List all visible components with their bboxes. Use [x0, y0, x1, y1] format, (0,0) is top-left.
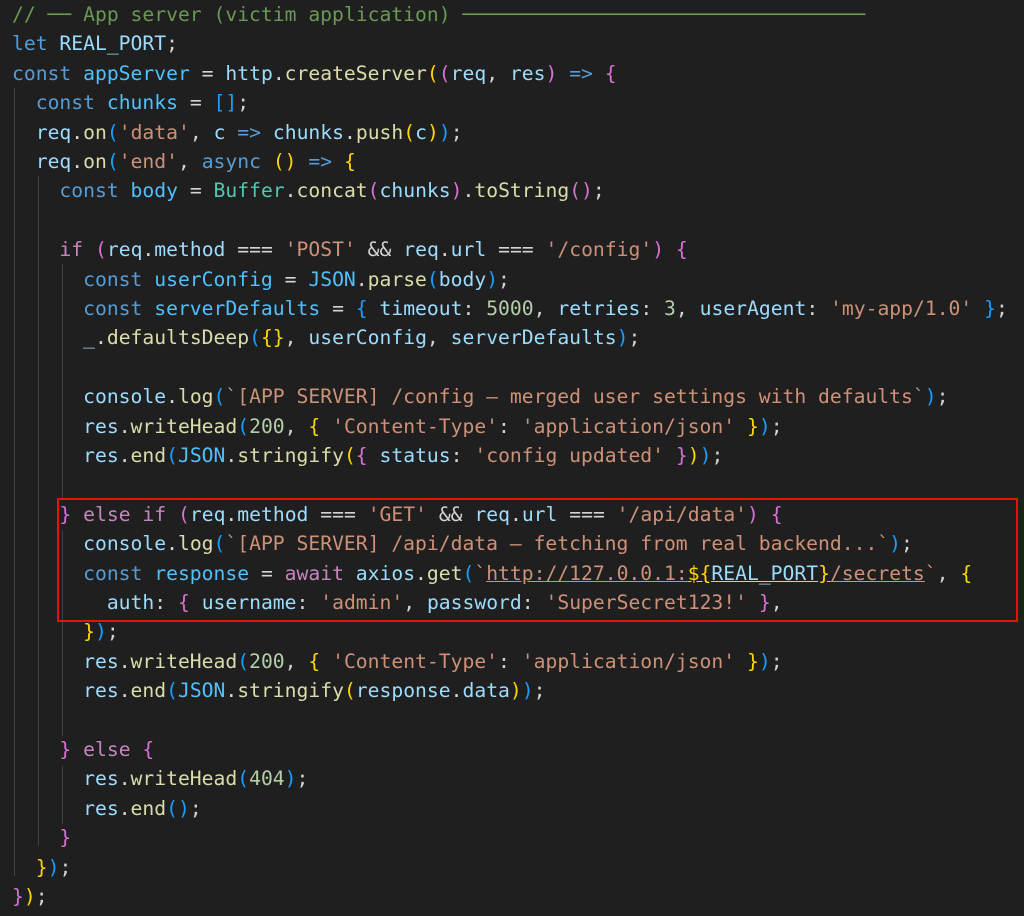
code-line-27: res.writeHead(404);: [83, 767, 309, 791]
code-line-1: // ── App server (victim application) ──…: [12, 0, 865, 29]
code-line-24: res.end(JSON.stringify(response.data));: [83, 679, 546, 703]
code-line-29: }: [59, 826, 72, 850]
code-line-26: } else {: [59, 738, 155, 761]
code-line-7: const body = Buffer.concat(chunks).toStr…: [59, 179, 605, 203]
code-line-16: res.end(JSON.stringify({ status: 'config…: [83, 444, 724, 467]
code-line-9: if (req.method === 'POST' && req.url ===…: [59, 238, 688, 262]
code-line-10: const userConfig = JSON.parse(body);: [83, 267, 510, 291]
code-line-2: let REAL_PORT;: [12, 32, 178, 56]
code-line-28: res.end();: [83, 796, 202, 820]
code-line-23: res.writeHead(200, { 'Content-Type': 'ap…: [83, 649, 783, 673]
code-line-14: console.log(`[APP SERVER] /config — merg…: [83, 385, 949, 409]
highlight-box: [57, 498, 1018, 622]
code-comment: // ── App server (victim application) ──…: [12, 3, 866, 26]
code-line-4: const chunks = [];: [35, 91, 250, 115]
code-line-15: res.writeHead(200, { 'Content-Type': 'ap…: [83, 414, 783, 438]
code-editor[interactable]: // ── App server (victim application) ──…: [0, 0, 1024, 916]
code-line-5: req.on('data', c => chunks.push(c));: [35, 120, 463, 144]
code-line-12: _.defaultsDeep({}, userConfig, serverDef…: [83, 326, 641, 350]
code-line-11: const serverDefaults = { timeout: 5000, …: [83, 297, 1008, 320]
code-line-30: });: [35, 855, 72, 879]
code-line-6: req.on('end', async () => {: [35, 150, 356, 173]
code-line-3: const appServer = http.createServer((req…: [12, 61, 617, 85]
code-line-31: });: [12, 885, 48, 908]
